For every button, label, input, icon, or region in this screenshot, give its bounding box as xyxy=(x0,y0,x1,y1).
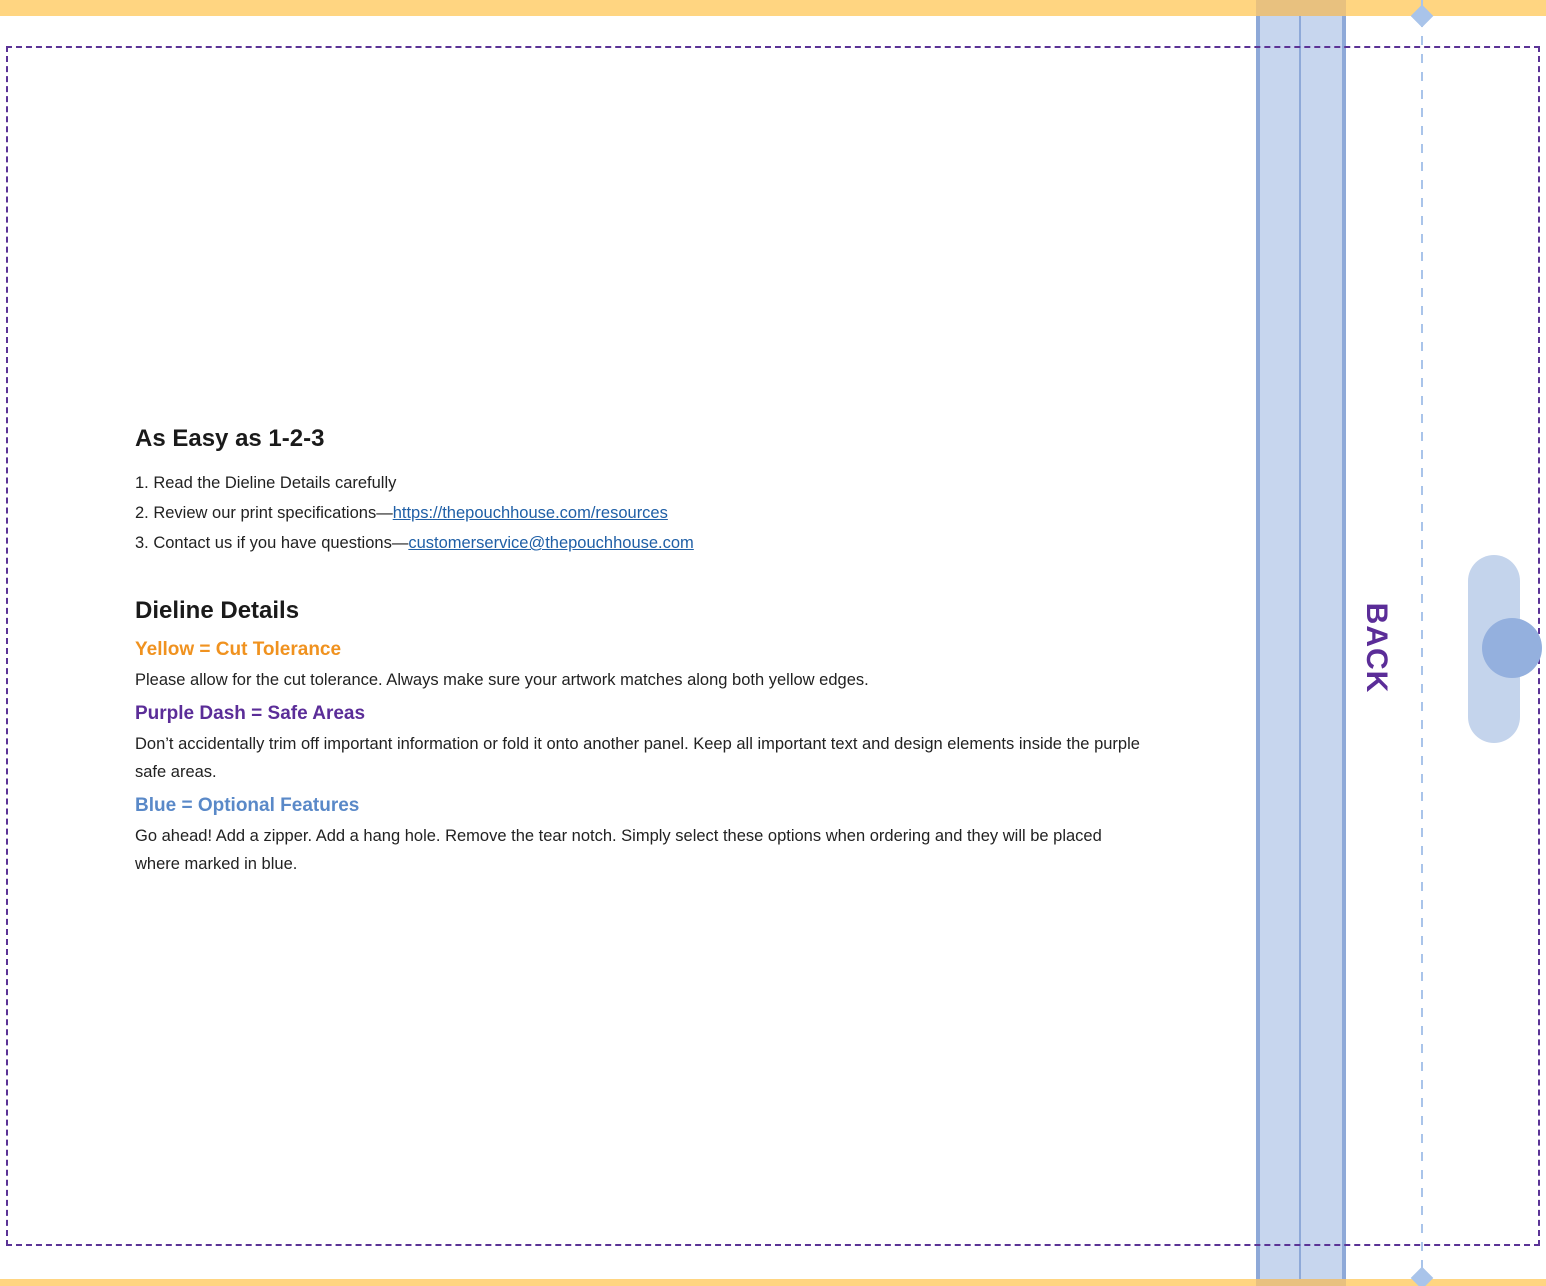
step-1: 1. Read the Dieline Details carefully xyxy=(135,474,397,492)
easy-steps-list: 1. Read the Dieline Details carefully 2.… xyxy=(135,468,1145,558)
easy-steps-title: As Easy as 1-2-3 xyxy=(135,425,325,452)
dieline-canvas: BACK As Easy as 1-2-3 1. Read the Dielin… xyxy=(0,0,1546,1286)
tear-notch-line xyxy=(1421,0,1423,1286)
step-2-text: 2. Review our print specifications— xyxy=(135,504,393,522)
customer-service-email-link[interactable]: customerservice@thepouchhouse.com xyxy=(408,534,693,552)
instructions-block: As Easy as 1-2-3 1. Read the Dieline Det… xyxy=(135,420,1145,884)
safe-areas-heading: Purple Dash = Safe Areas xyxy=(135,703,366,724)
zipper-cut-overlap-bottom xyxy=(1256,1279,1346,1286)
cut-tolerance-heading: Yellow = Cut Tolerance xyxy=(135,639,342,660)
panel-label-back: BACK xyxy=(1360,602,1393,694)
step-3-text: 3. Contact us if you have questions— xyxy=(135,534,409,552)
dieline-details-title: Dieline Details xyxy=(135,597,300,624)
step-2: 2. Review our print specifications—https… xyxy=(135,498,1145,528)
optional-features-heading: Blue = Optional Features xyxy=(135,795,360,816)
hang-hole-round xyxy=(1482,618,1542,678)
optional-features-text: Go ahead! Add a zipper. Add a hang hole.… xyxy=(135,827,1102,873)
safe-areas-text: Don’t accidentally trim off important in… xyxy=(135,735,1140,781)
cut-tolerance-text: Please allow for the cut tolerance. Alwa… xyxy=(135,671,869,689)
zipper-cut-overlap-top xyxy=(1256,0,1346,16)
resources-link[interactable]: https://thepouchhouse.com/resources xyxy=(393,504,668,522)
step-3: 3. Contact us if you have questions—cust… xyxy=(135,528,1145,558)
